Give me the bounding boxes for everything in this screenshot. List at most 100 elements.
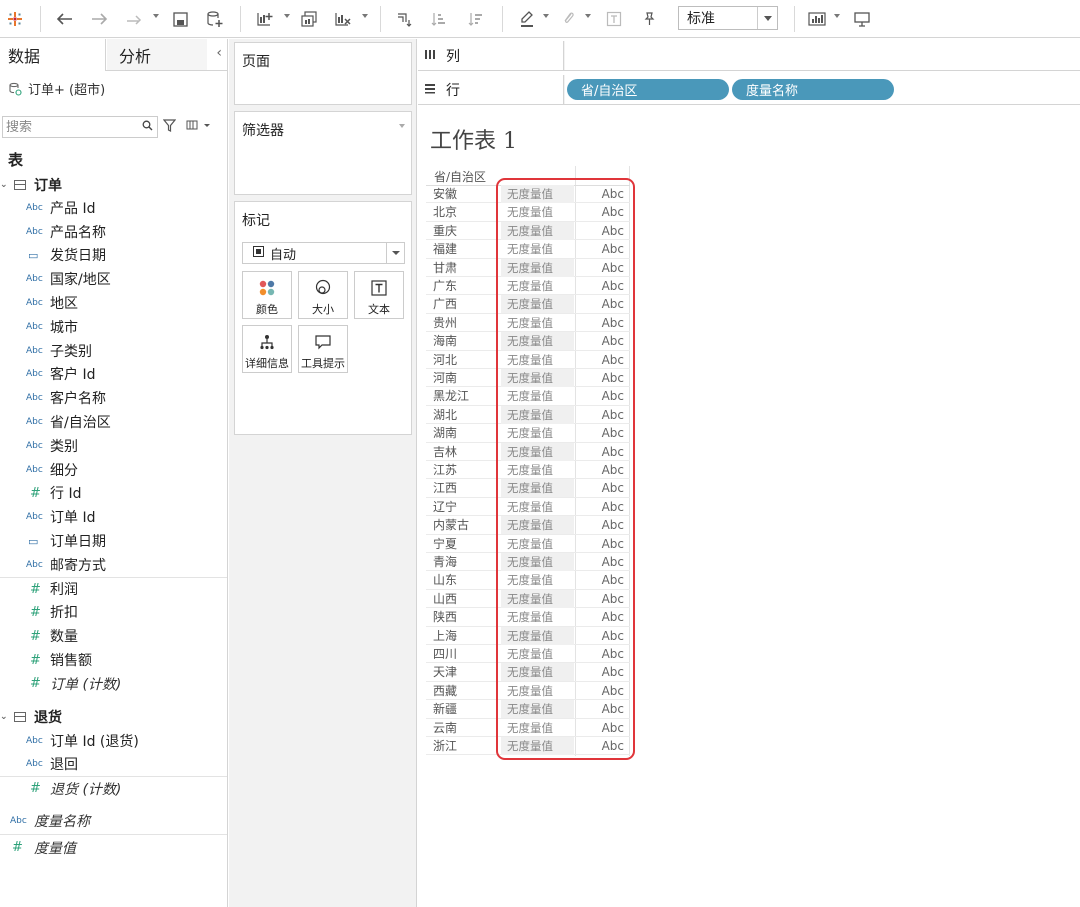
table-row[interactable]: 北京 无度量值 Abc xyxy=(426,203,630,222)
table-row[interactable]: 山东 无度量值 Abc xyxy=(426,571,630,590)
measure-name-cell[interactable]: 无度量值 xyxy=(501,626,574,645)
field-item[interactable]: Abc 省/自治区 xyxy=(0,410,227,434)
field-item[interactable]: Abc 客户 Id xyxy=(0,363,227,387)
measure-name-cell[interactable]: 无度量值 xyxy=(501,277,574,295)
measure-name-cell[interactable]: 无度量值 xyxy=(501,258,574,277)
field-item[interactable]: Abc 客户名称 xyxy=(0,386,227,410)
filters-menu-icon[interactable] xyxy=(399,124,405,128)
measure-name-cell[interactable]: 无度量值 xyxy=(501,405,574,424)
value-cell[interactable]: Abc xyxy=(575,369,629,387)
measure-name-cell[interactable]: 无度量值 xyxy=(501,240,574,258)
province-cell[interactable]: 四川 xyxy=(426,645,500,663)
clear-sheet-dropdown-icon[interactable] xyxy=(362,14,368,18)
swap-rows-columns-icon[interactable] xyxy=(393,8,415,30)
field-item[interactable]: Abc 地区 xyxy=(0,291,227,315)
measure-name-cell[interactable]: 无度量值 xyxy=(501,535,574,553)
value-cell[interactable]: Abc xyxy=(575,295,629,313)
pin-axes-icon[interactable] xyxy=(638,8,660,30)
measure-name-cell[interactable]: 无度量值 xyxy=(501,387,574,405)
search-input[interactable] xyxy=(6,119,136,135)
table-row[interactable]: 上海 无度量值 Abc xyxy=(426,626,630,645)
new-worksheet-icon[interactable] xyxy=(254,8,276,30)
province-cell[interactable]: 浙江 xyxy=(426,737,500,755)
search-icon[interactable] xyxy=(142,120,153,134)
measure-name-cell[interactable]: 无度量值 xyxy=(501,553,574,571)
measure-name-cell[interactable]: 无度量值 xyxy=(501,351,574,369)
table-row[interactable]: 江苏 无度量值 Abc xyxy=(426,461,630,480)
measure-name-cell[interactable]: 无度量值 xyxy=(501,369,574,387)
table-row[interactable]: 甘肃 无度量值 Abc xyxy=(426,258,630,277)
table-orders[interactable]: ⌄ 订单 xyxy=(0,173,227,196)
measure-name-cell[interactable]: 无度量值 xyxy=(501,479,574,498)
table-row[interactable]: 新疆 无度量值 Abc xyxy=(426,700,630,719)
filters-card[interactable]: 筛选器 xyxy=(234,111,412,195)
province-cell[interactable]: 湖南 xyxy=(426,424,500,442)
field-item[interactable]: Abc 邮寄方式 xyxy=(0,553,227,577)
table-row[interactable]: 陕西 无度量值 Abc xyxy=(426,608,630,627)
province-cell[interactable]: 辽宁 xyxy=(426,498,500,516)
field-item[interactable]: Abc 子类别 xyxy=(0,339,227,363)
field-item[interactable]: Abc 类别 xyxy=(0,434,227,458)
value-cell[interactable]: Abc xyxy=(575,277,629,295)
highlight-dropdown-icon[interactable] xyxy=(543,14,549,18)
value-cell[interactable]: Abc xyxy=(575,185,629,203)
pages-card[interactable]: 页面 xyxy=(234,42,412,105)
undo-icon[interactable] xyxy=(54,8,74,30)
measure-name-cell[interactable]: 无度量值 xyxy=(501,498,574,516)
measure-name-cell[interactable]: 无度量值 xyxy=(501,314,574,332)
field-item[interactable]: Abc 退回 xyxy=(0,753,227,777)
table-row[interactable]: 广西 无度量值 Abc xyxy=(426,295,630,314)
value-cell[interactable]: Abc xyxy=(575,608,629,626)
province-cell[interactable]: 山东 xyxy=(426,571,500,589)
value-cell[interactable]: Abc xyxy=(575,719,629,737)
table-row[interactable]: 河北 无度量值 Abc xyxy=(426,351,630,369)
province-cell[interactable]: 陕西 xyxy=(426,608,500,626)
table-row[interactable]: 黑龙江 无度量值 Abc xyxy=(426,387,630,406)
group-members-icon[interactable] xyxy=(558,8,580,30)
measure-name-cell[interactable]: 无度量值 xyxy=(501,589,574,608)
province-cell[interactable]: 河南 xyxy=(426,369,500,387)
presentation-mode-icon[interactable] xyxy=(851,8,873,30)
value-cell[interactable]: Abc xyxy=(575,682,629,700)
value-cell[interactable]: Abc xyxy=(575,479,629,497)
value-cell[interactable]: Abc xyxy=(575,443,629,461)
province-cell[interactable]: 宁夏 xyxy=(426,535,500,553)
value-cell[interactable]: Abc xyxy=(575,222,629,240)
field-item[interactable]: Abc 产品 Id xyxy=(0,196,227,220)
measure-name-cell[interactable]: 无度量值 xyxy=(501,700,574,719)
value-cell[interactable]: Abc xyxy=(575,663,629,681)
province-cell[interactable]: 甘肃 xyxy=(426,259,500,277)
value-cell[interactable]: Abc xyxy=(575,314,629,332)
province-cell[interactable]: 北京 xyxy=(426,203,500,221)
new-worksheet-dropdown-icon[interactable] xyxy=(284,14,290,18)
field-item[interactable]: Abc 订单 Id xyxy=(0,505,227,529)
province-cell[interactable]: 上海 xyxy=(426,627,500,645)
province-cell[interactable]: 广东 xyxy=(426,277,500,295)
value-cell[interactable]: Abc xyxy=(575,737,629,755)
measure-item[interactable]: # 数量 xyxy=(0,624,227,648)
value-cell[interactable]: Abc xyxy=(575,259,629,277)
measure-name-cell[interactable]: 无度量值 xyxy=(501,221,574,240)
measure-name-cell[interactable]: 无度量值 xyxy=(501,295,574,314)
province-cell[interactable]: 湖北 xyxy=(426,406,500,424)
value-cell[interactable]: Abc xyxy=(575,645,629,663)
measure-name-cell[interactable]: 无度量值 xyxy=(501,332,574,351)
view-list-icon[interactable] xyxy=(186,119,212,134)
tableau-logo-icon[interactable] xyxy=(6,8,24,30)
province-cell[interactable]: 天津 xyxy=(426,663,500,681)
detail-mark-button[interactable]: 详细信息 xyxy=(242,325,292,373)
chevron-down-icon[interactable] xyxy=(386,243,404,263)
value-cell[interactable]: Abc xyxy=(575,535,629,553)
measure-name-cell[interactable]: 无度量值 xyxy=(501,737,574,755)
value-cell[interactable]: Abc xyxy=(575,424,629,442)
field-item[interactable]: # 行 Id xyxy=(0,482,227,506)
province-cell[interactable]: 福建 xyxy=(426,240,500,258)
table-row[interactable]: 四川 无度量值 Abc xyxy=(426,645,630,664)
province-cell[interactable]: 山西 xyxy=(426,590,500,608)
highlight-icon[interactable] xyxy=(516,8,538,30)
rows-pill-province[interactable]: 省/自治区 xyxy=(567,79,729,100)
measure-name-cell[interactable]: 无度量值 xyxy=(501,203,574,221)
tooltip-mark-button[interactable]: 工具提示 xyxy=(298,325,348,373)
table-row[interactable]: 江西 无度量值 Abc xyxy=(426,479,630,498)
field-item[interactable]: Abc 订单 Id (退货) xyxy=(0,729,227,753)
